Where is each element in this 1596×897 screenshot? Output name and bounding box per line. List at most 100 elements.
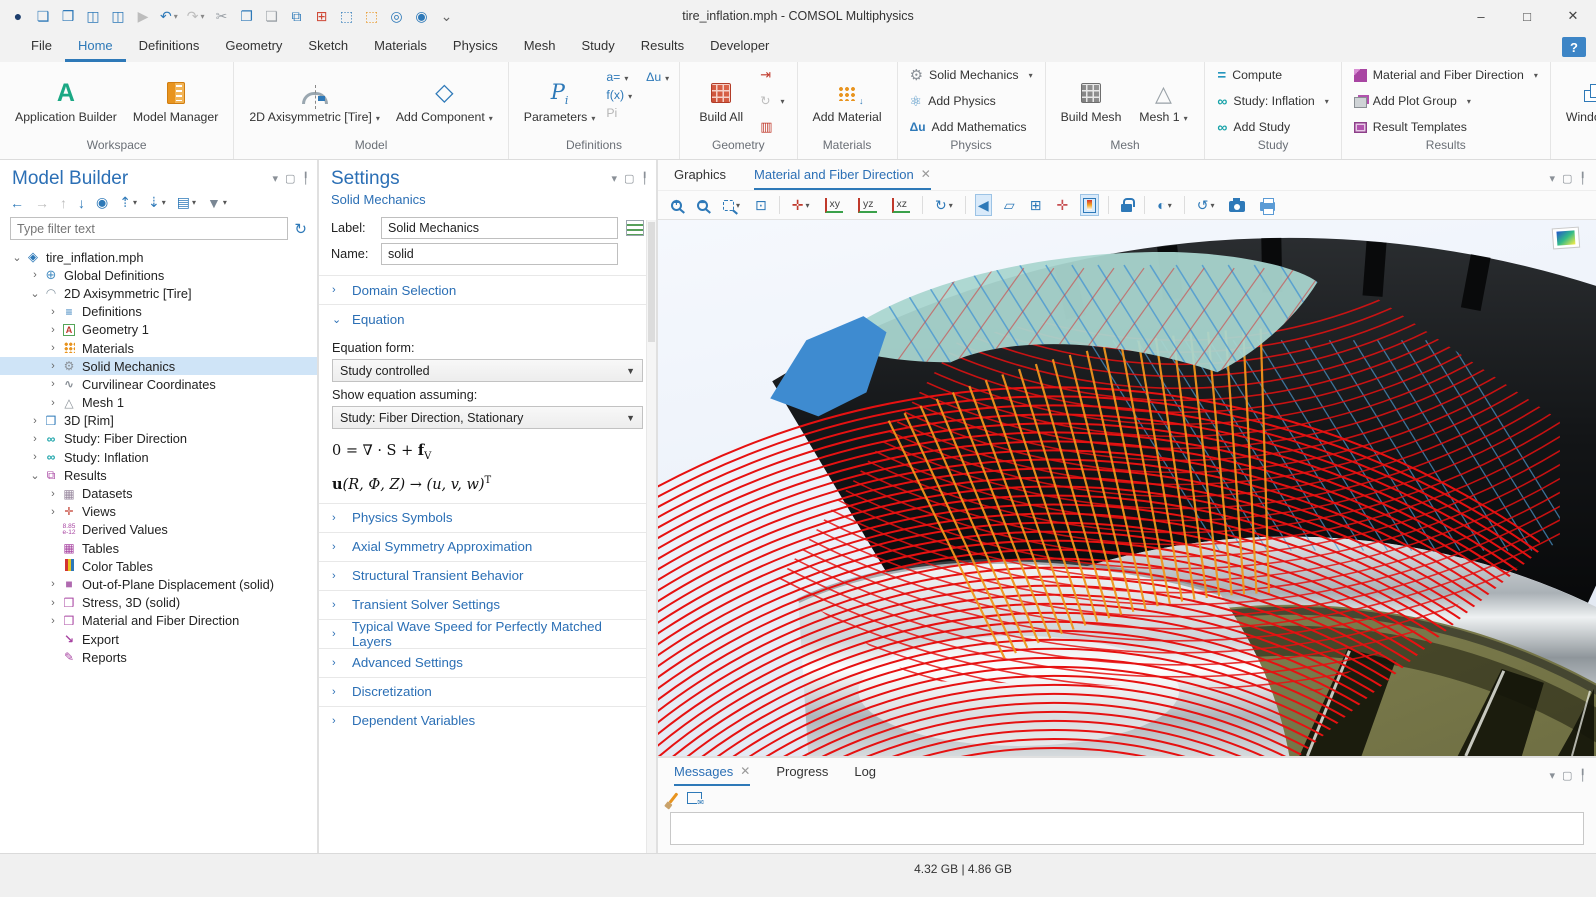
help-button[interactable]: ?	[1562, 37, 1586, 57]
tree-item-material-and-fiber-direction[interactable]: ›Material and Fiber Direction	[0, 612, 317, 630]
section-dependent-variables[interactable]: ›Dependent Variables	[319, 706, 656, 735]
axisymmetric-component-button[interactable]: 2D Axisymmetric [Tire]	[244, 76, 385, 125]
panel-float-icon[interactable]: ▢	[624, 172, 634, 185]
update-icon[interactable]: ↺▾	[1194, 194, 1218, 216]
menu-mesh[interactable]: Mesh	[511, 32, 569, 62]
tree-item-solid-mechanics[interactable]: ›Solid Mechanics	[0, 357, 317, 375]
back-icon[interactable]: ←	[10, 195, 24, 211]
tree-item-reports[interactable]: Reports	[0, 648, 317, 666]
zoom-extents-icon[interactable]: ⊡	[752, 194, 770, 216]
unselect-box-icon[interactable]: ⬚	[364, 7, 380, 25]
comsol-logo-icon[interactable]: ●	[10, 7, 26, 25]
panel-dropdown-icon[interactable]: ▾	[1549, 172, 1555, 185]
refresh-icon[interactable]: ↻	[294, 220, 307, 238]
zoom-box-icon[interactable]: ▾	[720, 194, 743, 216]
section-typical-wave-speed-for-perfectly-matched-layers[interactable]: ›Typical Wave Speed for Perfectly Matche…	[319, 619, 656, 648]
menu-geometry[interactable]: Geometry	[212, 32, 295, 62]
mesh-1-button[interactable]: △ Mesh 1	[1132, 76, 1194, 125]
panel-float-icon[interactable]: ▢	[1562, 172, 1572, 185]
maximize-button[interactable]: □	[1504, 0, 1550, 32]
copy-icon[interactable]: ❐	[239, 7, 255, 25]
model-manager-button[interactable]: Model Manager	[128, 76, 223, 125]
tree-item-mesh-1[interactable]: ›Mesh 1	[0, 394, 317, 412]
panel-pin-icon[interactable]: ╿	[1579, 769, 1586, 782]
run-icon[interactable]: ▶	[135, 7, 151, 25]
tree-item-derived-values[interactable]: Derived Values	[0, 521, 317, 539]
open-messages-window-icon[interactable]	[687, 792, 702, 804]
label-input[interactable]	[381, 217, 618, 239]
panel-pin-icon[interactable]: ╿	[1579, 172, 1586, 185]
clear-messages-icon[interactable]	[669, 792, 679, 803]
menu-home[interactable]: Home	[65, 32, 126, 62]
new-file-icon[interactable]: ❏	[35, 7, 51, 25]
show-axes-icon[interactable]: ✛	[1053, 194, 1071, 216]
tree-item-2d-axisymmetric-tire[interactable]: ⌄2D Axisymmetric [Tire]	[0, 284, 317, 302]
variables-button[interactable]: a=	[606, 70, 632, 84]
toolbar-overflow-icon[interactable]: ⌄	[439, 7, 455, 25]
add-mathematics-button[interactable]: ΔuAdd Mathematics	[910, 116, 1033, 138]
parameter-case-button[interactable]: Pi	[606, 106, 632, 120]
expand-node-icon[interactable]: ›	[46, 615, 60, 627]
forward-icon[interactable]: →	[35, 195, 49, 211]
redo-icon[interactable]: ↷▾	[187, 7, 205, 25]
nonlocal-couplings-button[interactable]: Δu	[646, 70, 669, 84]
tree-item-definitions[interactable]: ›Definitions	[0, 303, 317, 321]
add-material-button[interactable]: Add Material	[808, 76, 887, 125]
tree-item-curvilinear-coordinates[interactable]: ›Curvilinear Coordinates	[0, 375, 317, 393]
tree-item-out-of-plane-displacement-solid[interactable]: ›Out-of-Plane Displacement (solid)	[0, 575, 317, 593]
panel-pin-icon[interactable]: ╿	[302, 172, 309, 185]
environment-icon[interactable]: ◐▾	[1154, 194, 1174, 216]
expand-node-icon[interactable]: ›	[46, 597, 60, 609]
tree-item-3d-rim[interactable]: ›3D [Rim]	[0, 412, 317, 430]
expand-all-icon[interactable]: ⇣▾	[148, 194, 166, 211]
duplicate-icon[interactable]: ⧉	[289, 7, 305, 25]
section-transient-solver-settings[interactable]: ›Transient Solver Settings	[319, 590, 656, 619]
tab-material-and-fiber-direction[interactable]: Material and Fiber Direction✕	[754, 160, 931, 190]
move-up-icon[interactable]: ↑	[60, 195, 67, 211]
material-fiber-direction-button[interactable]: Material and Fiber Direction	[1354, 64, 1538, 86]
cut-icon[interactable]: ✂	[214, 7, 230, 25]
expand-node-icon[interactable]: ›	[28, 415, 42, 427]
rotate-icon[interactable]: ↻▾	[932, 194, 956, 216]
menu-developer[interactable]: Developer	[697, 32, 782, 62]
section-equation[interactable]: ⌄ Equation	[319, 304, 656, 333]
lock-axes-icon[interactable]	[1118, 194, 1135, 216]
section-domain-selection[interactable]: › Domain Selection	[319, 275, 656, 304]
tab-progress[interactable]: Progress	[776, 758, 828, 786]
tree-item-global-definitions[interactable]: ›Global Definitions	[0, 266, 317, 284]
find-icon[interactable]: ◎	[389, 7, 405, 25]
section-axial-symmetry-approximation[interactable]: ›Axial Symmetry Approximation	[319, 532, 656, 561]
save-icon[interactable]: ◫	[85, 7, 101, 25]
preview-icon[interactable]: ◉	[414, 7, 430, 25]
tree-item-tire-inflation-mph[interactable]: ⌄tire_inflation.mph	[0, 248, 317, 266]
graphics-canvas[interactable]	[658, 220, 1596, 756]
panel-pin-icon[interactable]: ╿	[641, 172, 648, 185]
windows-button[interactable]: Windows	[1561, 76, 1596, 125]
undo-icon[interactable]: ↶▾	[160, 7, 178, 25]
snapshot-icon[interactable]	[1226, 194, 1248, 216]
menu-physics[interactable]: Physics	[440, 32, 511, 62]
panel-dropdown-icon[interactable]: ▾	[611, 172, 617, 185]
tree-item-stress-3d-solid[interactable]: ›Stress, 3D (solid)	[0, 594, 317, 612]
menu-results[interactable]: Results	[628, 32, 697, 62]
expand-node-icon[interactable]: ›	[46, 378, 60, 390]
close-button[interactable]: ✕	[1550, 0, 1596, 32]
panel-float-icon[interactable]: ▢	[1562, 769, 1572, 782]
menu-file[interactable]: File	[18, 32, 65, 62]
collapse-node-icon[interactable]: ⌄	[28, 287, 42, 300]
result-templates-button[interactable]: Result Templates	[1354, 116, 1538, 138]
section-advanced-settings[interactable]: ›Advanced Settings	[319, 648, 656, 677]
rebuild-button[interactable]: ↻	[760, 90, 784, 112]
show-icon[interactable]: ◉	[96, 194, 108, 211]
application-builder-button[interactable]: A Application Builder	[10, 76, 122, 125]
messages-output[interactable]	[670, 812, 1584, 845]
menu-definitions[interactable]: Definitions	[126, 32, 213, 62]
expand-node-icon[interactable]: ›	[28, 269, 42, 281]
study-inflation-button[interactable]: ∞Study: Inflation	[1217, 90, 1328, 112]
expand-node-icon[interactable]: ›	[46, 306, 60, 318]
menu-sketch[interactable]: Sketch	[295, 32, 361, 62]
tab-messages[interactable]: Messages✕	[674, 758, 750, 786]
expand-node-icon[interactable]: ›	[46, 578, 60, 590]
zoom-out-icon[interactable]	[694, 194, 711, 216]
edit-label-icon[interactable]	[626, 220, 644, 236]
